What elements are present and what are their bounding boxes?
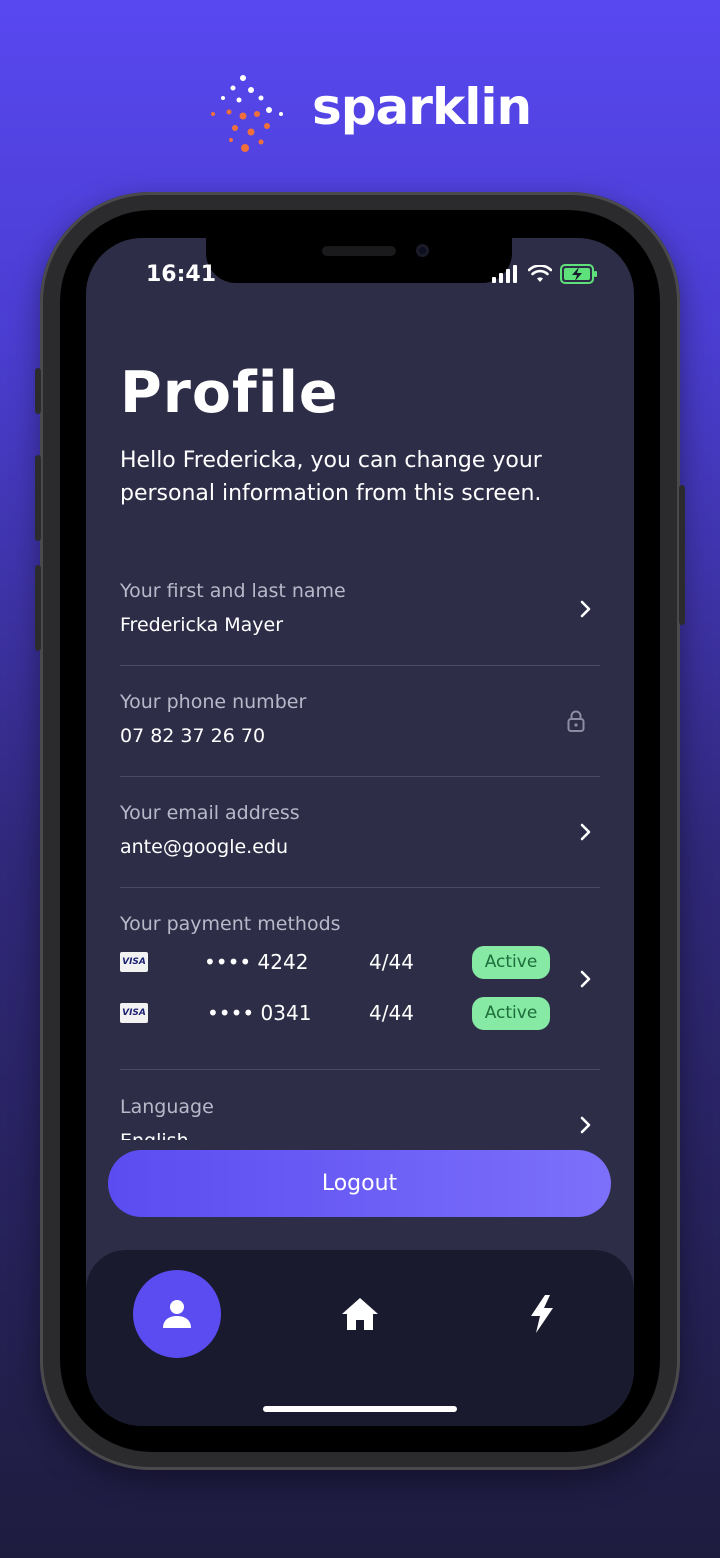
brand-name: sparklin: [312, 78, 532, 136]
payment-card-row[interactable]: VISA •••• 4242 4/44 Active: [120, 946, 560, 980]
payment-card-row[interactable]: VISA •••• 0341 4/44 Active: [120, 997, 560, 1031]
status-badge: Active: [472, 997, 550, 1030]
page-title: Profile: [120, 360, 339, 426]
phone-label: Your phone number: [120, 691, 307, 713]
payment-methods-row[interactable]: Your payment methods: [120, 913, 600, 943]
language-value: English: [120, 1130, 600, 1140]
name-value: Fredericka Mayer: [120, 614, 284, 636]
phone-mute-switch: [35, 368, 41, 414]
home-indicator: [263, 1406, 457, 1412]
name-row[interactable]: Your first and last name Fredericka Maye…: [120, 580, 600, 660]
visa-card-icon: VISA: [120, 1003, 148, 1023]
tab-profile[interactable]: [133, 1270, 221, 1358]
brand-header: sparklin: [205, 70, 532, 160]
chevron-right-icon[interactable]: [580, 970, 592, 988]
chevron-right-icon[interactable]: [580, 823, 592, 841]
status-time: 16:41: [146, 262, 217, 287]
email-label: Your email address: [120, 802, 300, 824]
status-badge: Active: [472, 946, 550, 979]
chevron-right-icon[interactable]: [580, 1116, 592, 1134]
tab-energy[interactable]: [502, 1286, 582, 1342]
logout-button[interactable]: Logout: [108, 1150, 611, 1217]
visa-card-icon: VISA: [120, 952, 148, 972]
email-value: ante@google.edu: [120, 836, 288, 858]
sparklin-logo-icon: [211, 75, 283, 152]
divider: [120, 887, 600, 888]
divider: [120, 1069, 600, 1070]
divider: [120, 665, 600, 666]
phone-row: Your phone number 07 82 37 26 70: [120, 691, 600, 771]
phone-power-button: [679, 485, 685, 625]
notch: [206, 238, 512, 283]
phone-value: 07 82 37 26 70: [120, 725, 266, 747]
card-expiry: 4/44: [369, 950, 414, 974]
battery-charging-icon: [560, 264, 597, 284]
email-row[interactable]: Your email address ante@google.edu: [120, 802, 600, 882]
phone-volume-up: [35, 455, 41, 541]
user-icon: [163, 1300, 191, 1328]
bottom-tab-bar: [86, 1250, 634, 1426]
card-expiry: 4/44: [369, 1001, 414, 1025]
tab-home[interactable]: [320, 1288, 400, 1340]
payment-methods-label: Your payment methods: [120, 913, 341, 935]
wifi-icon: [528, 265, 552, 282]
phone-screen: 16:41 Profile Hello Fredericka, you can …: [86, 238, 634, 1426]
page-subtitle: Hello Fredericka, you can change your pe…: [120, 448, 542, 506]
divider: [120, 776, 600, 777]
lightning-icon: [531, 1295, 553, 1333]
lock-icon: [567, 710, 585, 732]
speaker: [322, 246, 396, 256]
phone-volume-down: [35, 565, 41, 651]
language-row[interactable]: Language English: [120, 1096, 600, 1140]
front-camera: [416, 244, 429, 257]
card-number: •••• 4242: [204, 950, 309, 974]
name-label: Your first and last name: [120, 580, 346, 602]
chevron-right-icon[interactable]: [580, 600, 592, 618]
cellular-signal-icon: [492, 265, 517, 283]
language-label: Language: [120, 1096, 214, 1118]
home-icon: [342, 1298, 378, 1330]
status-icons: [492, 264, 598, 284]
card-number: •••• 0341: [207, 1001, 312, 1025]
